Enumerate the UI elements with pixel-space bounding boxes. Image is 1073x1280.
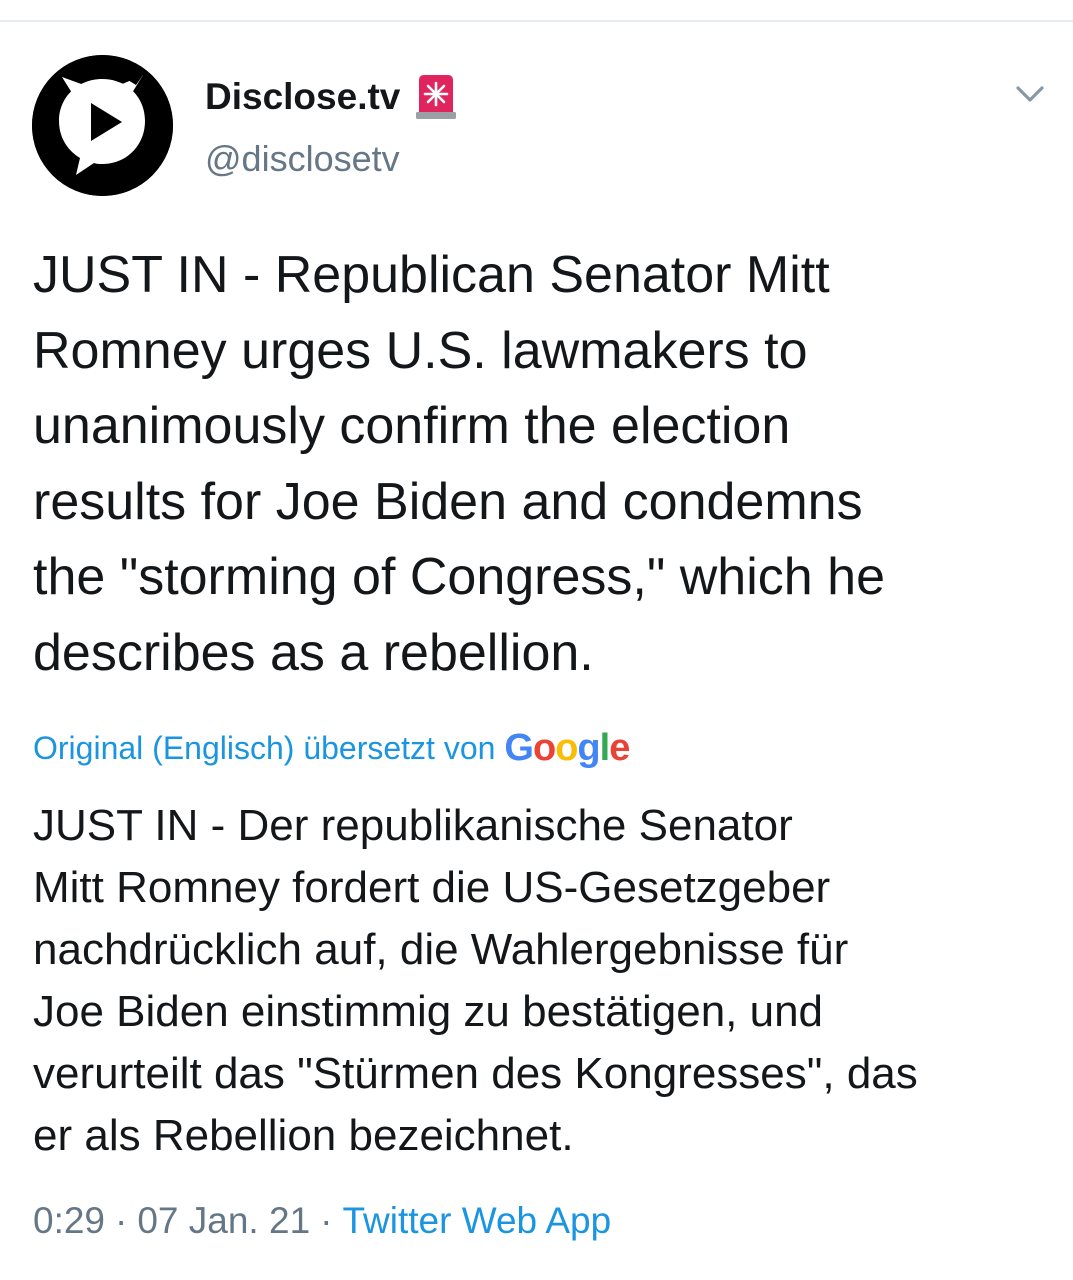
translated-text: JUST IN - Der republikanische Senator Mi… (33, 801, 918, 1160)
google-logo: Google (504, 726, 630, 769)
tweet-time[interactable]: 0:29 (33, 1200, 105, 1242)
meta-separator: · (115, 1200, 128, 1241)
tweet: Disclose.tv @disclosetv JUST IN - Republ… (0, 0, 1073, 1280)
tweet-source-link[interactable]: Twitter Web App (342, 1200, 611, 1242)
siren-icon (414, 74, 458, 120)
meta-separator: · (320, 1200, 333, 1241)
translation-label[interactable]: Original (Englisch) übersetzt von (33, 730, 495, 767)
display-name-row: Disclose.tv (205, 72, 458, 122)
tweet-text: JUST IN - Republican Senator Mitt Romney… (33, 246, 885, 682)
play-logo-icon (32, 55, 173, 196)
chevron-down-icon[interactable] (1010, 78, 1050, 112)
avatar[interactable] (32, 55, 173, 196)
tweet-meta: 0:29 · 07 Jan. 21 · Twitter Web App (33, 1196, 611, 1246)
translation-attribution: Original (Englisch) übersetzt von Google (33, 726, 630, 770)
user-handle[interactable]: @disclosetv (205, 138, 400, 180)
tweet-date[interactable]: 07 Jan. 21 (137, 1200, 310, 1242)
display-name[interactable]: Disclose.tv (205, 76, 400, 118)
